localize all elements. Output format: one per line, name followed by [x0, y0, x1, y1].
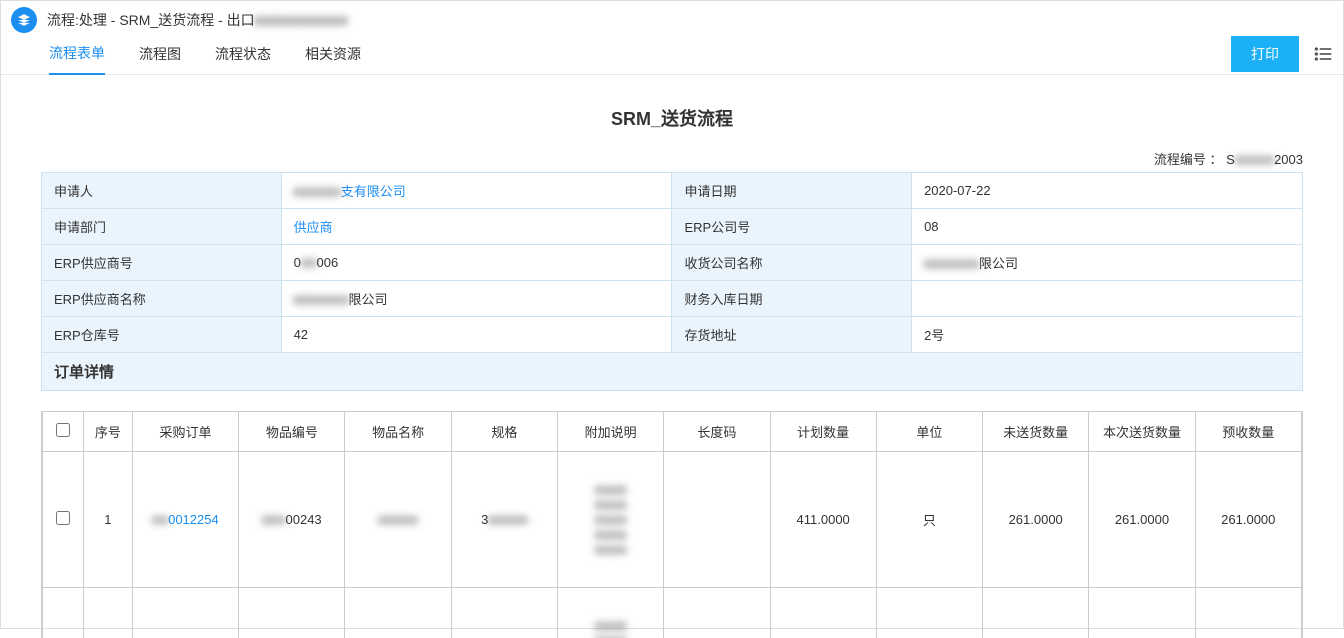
table-row: 1■■0012254■■■00243■■■■■3■■■■■■■■■■■■■■■■…	[43, 452, 1302, 588]
label-applicant: 申请人	[42, 173, 282, 209]
cell-unsent-qty: 53.0000	[983, 588, 1089, 638]
cell-unit: 只	[876, 588, 982, 638]
cell-seq: 1	[83, 452, 132, 588]
cell-len	[664, 452, 770, 588]
tab-status[interactable]: 流程状态	[215, 34, 271, 74]
tab-form[interactable]: 流程表单	[49, 33, 105, 75]
col-item-no: 物品编号	[239, 412, 345, 452]
col-po: 采购订单	[132, 412, 238, 452]
cell-item-name: ■■■■■	[345, 588, 451, 638]
col-spec: 规格	[451, 412, 557, 452]
flow-number: 流程编号 ： S■■■■■2003	[41, 149, 1303, 168]
cell-cur-qty: 53.0000	[1089, 588, 1195, 638]
window-title: 流程:处理 - SRM_送货流程 - 出口■■■■■■■■■■■	[47, 10, 348, 30]
col-seq: 序号	[83, 412, 132, 452]
cell-spec: 3■■■■■	[451, 452, 557, 588]
value-apply-date: 2020-07-22	[912, 173, 1303, 209]
value-supplier-name: ■■■■■■■限公司	[281, 281, 672, 317]
label-apply-date: 申请日期	[672, 173, 912, 209]
print-button[interactable]: 打印	[1231, 36, 1299, 72]
list-menu-icon[interactable]	[1313, 44, 1333, 64]
col-len: 长度码	[664, 412, 770, 452]
label-erp-co: ERP公司号	[672, 209, 912, 245]
cell-extra: ■■■■■■■■■■■■■■■■■■■■	[557, 588, 663, 638]
col-item-name: 物品名称	[345, 412, 451, 452]
cell-pre-qty: 53.0000	[1195, 588, 1301, 638]
cell-unit: 只	[876, 452, 982, 588]
col-plan-qty: 计划数量	[770, 412, 876, 452]
label-dept: 申请部门	[42, 209, 282, 245]
row-checkbox[interactable]	[56, 511, 70, 525]
col-cur-qty: 本次送货数量	[1089, 412, 1195, 452]
col-unit: 单位	[876, 412, 982, 452]
label-warehouse: ERP仓库号	[42, 317, 282, 353]
detail-header-row: 序号 采购订单 物品编号 物品名称 规格 附加说明 长度码 计划数量 单位 未送…	[43, 412, 1302, 452]
value-applicant[interactable]: ■■■■■■支有限公司	[281, 173, 672, 209]
tab-diagram[interactable]: 流程图	[139, 34, 181, 74]
cell-item-no: ■■■00243	[239, 452, 345, 588]
content-area: SRM_送货流程 流程编号 ： S■■■■■2003 申请人 ■■■■■■支有限…	[1, 75, 1343, 638]
cell-extra: ■■■■■■■■■■■■■■■■■■■■	[557, 452, 663, 588]
value-address: 2号	[912, 317, 1303, 353]
value-fin-date	[912, 281, 1303, 317]
col-pre-qty: 预收数量	[1195, 412, 1301, 452]
label-fin-date: 财务入库日期	[672, 281, 912, 317]
window-header: 流程:处理 - SRM_送货流程 - 出口■■■■■■■■■■■	[1, 1, 1343, 33]
label-supplier-no: ERP供应商号	[42, 245, 282, 281]
label-recv-co: 收货公司名称	[672, 245, 912, 281]
table-row: 2■■20012454■■■243■■■■■VA■■■■■■■■■■■■■■■■…	[43, 588, 1302, 638]
cell-unsent-qty: 261.0000	[983, 452, 1089, 588]
cell-cur-qty: 261.0000	[1089, 452, 1195, 588]
cell-plan-qty: 411.0000	[770, 452, 876, 588]
col-unsent-qty: 未送货数量	[983, 412, 1089, 452]
value-warehouse: 42	[281, 317, 672, 353]
cell-po[interactable]: ■■20012454	[132, 588, 238, 638]
value-recv-co: ■■■■■■■限公司	[912, 245, 1303, 281]
cell-item-no: ■■■243	[239, 588, 345, 638]
value-supplier-no: 0■■006	[281, 245, 672, 281]
cell-plan-qty: 53.0000	[770, 588, 876, 638]
redacted-text: ■■■■■■■■■■■	[255, 12, 348, 28]
label-supplier-name: ERP供应商名称	[42, 281, 282, 317]
section-order-detail: 订单详情	[41, 353, 1303, 391]
value-dept[interactable]: 供应商	[281, 209, 672, 245]
app-logo-icon	[11, 7, 37, 33]
form-title: SRM_送货流程	[41, 105, 1303, 131]
select-all-checkbox[interactable]	[56, 423, 70, 437]
col-extra: 附加说明	[557, 412, 663, 452]
tabs-bar: 流程表单 流程图 流程状态 相关资源 打印	[1, 33, 1343, 75]
cell-item-name: ■■■■■	[345, 452, 451, 588]
info-table: 申请人 ■■■■■■支有限公司 申请日期 2020-07-22 申请部门 供应商…	[41, 172, 1303, 353]
cell-spec: VA■■■■■	[451, 588, 557, 638]
tab-resources[interactable]: 相关资源	[305, 34, 361, 74]
cell-po[interactable]: ■■0012254	[132, 452, 238, 588]
label-address: 存货地址	[672, 317, 912, 353]
value-erp-co: 08	[912, 209, 1303, 245]
detail-table: 序号 采购订单 物品编号 物品名称 规格 附加说明 长度码 计划数量 单位 未送…	[42, 411, 1302, 638]
cell-seq: 2	[83, 588, 132, 638]
cell-len	[664, 588, 770, 638]
detail-table-wrap: 序号 采购订单 物品编号 物品名称 规格 附加说明 长度码 计划数量 单位 未送…	[41, 411, 1303, 638]
cell-pre-qty: 261.0000	[1195, 452, 1301, 588]
